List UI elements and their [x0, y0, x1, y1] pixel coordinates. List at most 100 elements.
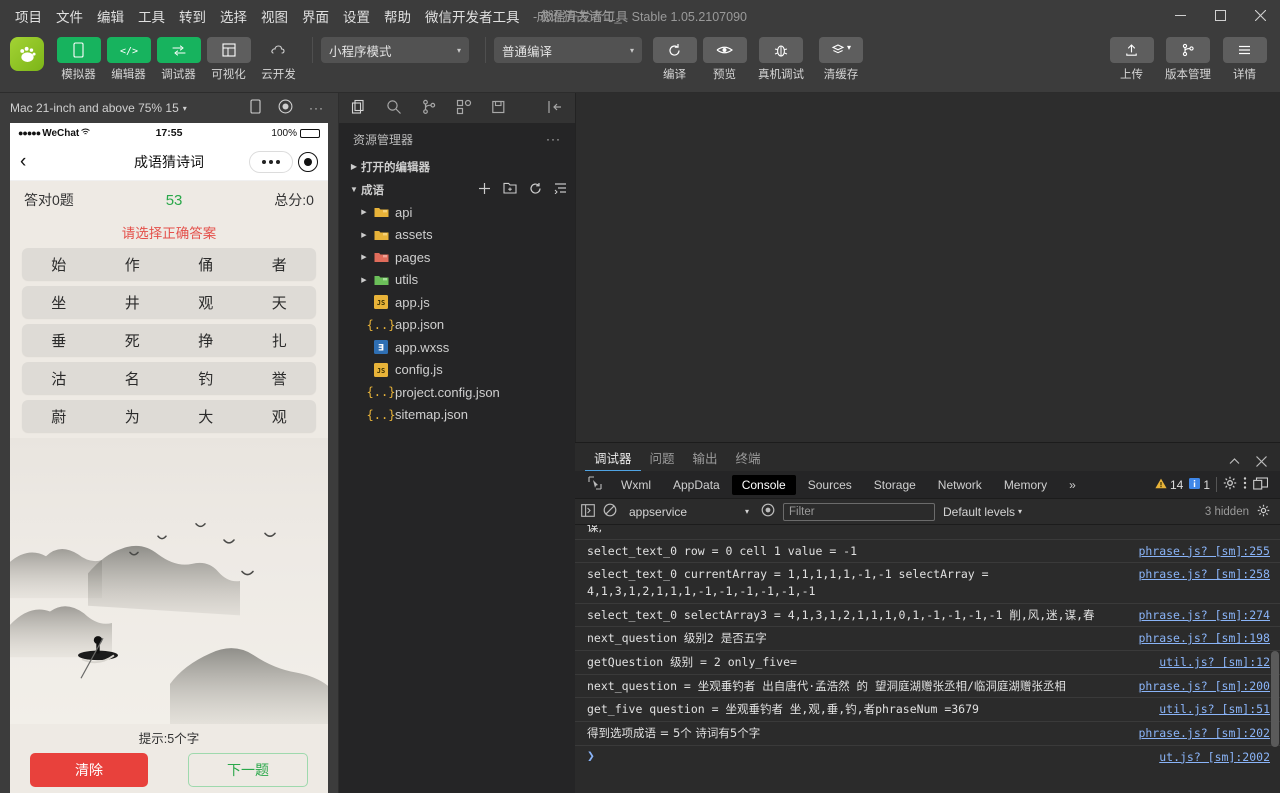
- file-tree-item-sitemap-json[interactable]: {..} sitemap.json: [339, 404, 575, 427]
- close-button[interactable]: [1240, 0, 1280, 31]
- collapse-sidebar-icon[interactable]: [547, 100, 563, 117]
- idiom-char[interactable]: 为: [96, 406, 170, 427]
- console-filter-input[interactable]: Filter: [783, 503, 935, 521]
- idiom-char[interactable]: 垂: [22, 330, 96, 351]
- more-options-icon[interactable]: [1243, 476, 1247, 493]
- devtools-tab-overflow[interactable]: »: [1059, 475, 1086, 495]
- idiom-char[interactable]: 观: [243, 406, 317, 427]
- console-source-link[interactable]: phrase.js? [sm]:202: [1138, 725, 1270, 740]
- devtools-tab-memory[interactable]: Memory: [994, 475, 1057, 495]
- clear-console-icon[interactable]: [603, 503, 617, 520]
- console-row[interactable]: select_text_0 row = 0 cell 1 value = -1 …: [575, 540, 1280, 564]
- idiom-char[interactable]: 作: [96, 254, 170, 275]
- console-row[interactable]: 得到选项成语 = 5个 诗词有5个字 phrase.js? [sm]:202: [575, 722, 1280, 746]
- simulator-more-icon[interactable]: ···: [309, 101, 324, 115]
- menu-item-settings[interactable]: 设置: [336, 2, 377, 30]
- console-levels-select[interactable]: Default levels ▾: [943, 505, 1022, 519]
- new-folder-icon[interactable]: [503, 182, 517, 197]
- file-tree-item-api[interactable]: ▶ api: [339, 201, 575, 224]
- idiom-char[interactable]: 俑: [169, 254, 243, 275]
- collapse-all-icon[interactable]: [554, 182, 567, 197]
- idiom-char[interactable]: 沽: [22, 368, 96, 389]
- rotate-device-icon[interactable]: [249, 99, 262, 117]
- maximize-button[interactable]: [1200, 0, 1240, 31]
- menu-item-wechat-devtools[interactable]: 微信开发者工具: [418, 2, 527, 30]
- console-source-link[interactable]: util.js? [sm]:51: [1159, 701, 1270, 716]
- file-tree-item-assets[interactable]: ▶ assets: [339, 224, 575, 247]
- devtools-tab-appdata[interactable]: AppData: [663, 475, 730, 495]
- file-tree-item-app-json[interactable]: {..} app.json: [339, 314, 575, 337]
- idiom-char[interactable]: 挣: [169, 330, 243, 351]
- dock-panel-icon[interactable]: [1253, 477, 1268, 493]
- console-row[interactable]: next_question = 坐观垂钓者 出自唐代·孟浩然 的 望洞庭湖赠张丞…: [575, 675, 1280, 699]
- file-tree-item-project-config-json[interactable]: {..} project.config.json: [339, 381, 575, 404]
- file-tree-item-pages[interactable]: ▶ pages: [339, 246, 575, 269]
- toolbar-remote-debug[interactable]: 真机调试: [750, 37, 812, 82]
- console-row[interactable]: 谋,: [575, 525, 1280, 540]
- menu-item-edit[interactable]: 编辑: [90, 2, 131, 30]
- devtools-tab-storage[interactable]: Storage: [864, 475, 926, 495]
- source-control-icon[interactable]: [421, 99, 437, 118]
- console-row[interactable]: next_question 级别2 是否五字 phrase.js? [sm]:1…: [575, 627, 1280, 651]
- console-row[interactable]: select_text_0 currentArray = 1,1,1,1,1,-…: [575, 563, 1280, 603]
- console-sidebar-toggle-icon[interactable]: [581, 504, 595, 520]
- toolbar-upload[interactable]: 上传: [1107, 37, 1156, 82]
- toolbar-debugger[interactable]: 调试器: [154, 37, 203, 82]
- console-context-select[interactable]: appservice ▾: [625, 505, 753, 519]
- save-all-icon[interactable]: [491, 99, 507, 118]
- idiom-option-row[interactable]: 蔚 为 大 观: [22, 400, 316, 432]
- info-badge[interactable]: 1: [1189, 478, 1210, 492]
- idiom-char[interactable]: 天: [243, 292, 317, 313]
- idiom-char[interactable]: 观: [169, 292, 243, 313]
- menu-item-select[interactable]: 选择: [213, 2, 254, 30]
- console-eye-icon[interactable]: [761, 503, 775, 520]
- file-tree-item-app-js[interactable]: JS app.js: [339, 291, 575, 314]
- toolbar-preview[interactable]: 预览: [700, 37, 749, 82]
- new-file-icon[interactable]: [478, 182, 491, 198]
- chevron-down-icon[interactable]: ▾: [179, 104, 187, 113]
- devtools-tab-console[interactable]: Console: [732, 475, 796, 495]
- console-source-link[interactable]: phrase.js? [sm]:255: [1138, 543, 1270, 558]
- project-section[interactable]: ▼ 成语: [339, 178, 575, 201]
- toolbar-visualize[interactable]: 可视化: [204, 37, 253, 82]
- console-row[interactable]: select_text_0 selectArray3 = 4,1,3,1,2,1…: [575, 604, 1280, 628]
- files-icon[interactable]: [351, 99, 367, 118]
- mode-select[interactable]: 小程序模式 ▾: [321, 37, 469, 63]
- idiom-char[interactable]: 蔚: [22, 406, 96, 427]
- panel-tab-debugger[interactable]: 调试器: [585, 444, 641, 471]
- warning-badge[interactable]: 14: [1155, 478, 1183, 492]
- extensions-icon[interactable]: [456, 99, 472, 118]
- explorer-more-icon[interactable]: ···: [546, 132, 561, 146]
- idiom-char[interactable]: 誉: [243, 368, 317, 389]
- console-source-link[interactable]: util.js? [sm]:12: [1159, 654, 1270, 669]
- panel-tab-problems[interactable]: 问题: [641, 444, 684, 471]
- idiom-option-row[interactable]: 沽 名 钓 誉: [22, 362, 316, 394]
- devtools-tab-wxml[interactable]: Wxml: [611, 475, 661, 495]
- console-source-link[interactable]: phrase.js? [sm]:274: [1138, 607, 1270, 622]
- console-source-link[interactable]: phrase.js? [sm]:258: [1138, 566, 1270, 581]
- idiom-char[interactable]: 坐: [22, 292, 96, 313]
- idiom-char[interactable]: 死: [96, 330, 170, 351]
- refresh-icon[interactable]: [529, 182, 542, 198]
- file-tree-item-config-js[interactable]: JS config.js: [339, 359, 575, 382]
- console-source-link[interactable]: ut.js? [sm]:2002: [1159, 749, 1270, 764]
- menu-item-project[interactable]: 项目: [8, 2, 49, 30]
- toolbar-details[interactable]: 详情: [1220, 37, 1269, 82]
- compile-select[interactable]: 普通编译 ▾: [494, 37, 642, 63]
- console-input-row[interactable]: ❯ ut.js? [sm]:2002: [575, 746, 1280, 767]
- file-tree-item-app-wxss[interactable]: ∃ app.wxss: [339, 336, 575, 359]
- console-row[interactable]: get_five question = 坐观垂钓者 坐,观,垂,钓,者phras…: [575, 698, 1280, 722]
- idiom-option-row[interactable]: 坐 井 观 天: [22, 286, 316, 318]
- toolbar-editor[interactable]: </> 编辑器: [104, 37, 153, 82]
- console-output[interactable]: 谋, select_text_0 row = 0 cell 1 value = …: [575, 525, 1280, 787]
- menu-item-goto[interactable]: 转到: [172, 2, 213, 30]
- idiom-char[interactable]: 名: [96, 368, 170, 389]
- menu-item-file[interactable]: 文件: [49, 2, 90, 30]
- more-capsule-button[interactable]: [249, 151, 293, 173]
- menu-item-interface[interactable]: 界面: [295, 2, 336, 30]
- search-icon[interactable]: [386, 99, 402, 118]
- console-settings-icon[interactable]: [1257, 504, 1270, 520]
- idiom-option-row[interactable]: 始 作 俑 者: [22, 248, 316, 280]
- inspect-element-icon[interactable]: [581, 476, 609, 493]
- console-scrollbar[interactable]: [1270, 525, 1280, 787]
